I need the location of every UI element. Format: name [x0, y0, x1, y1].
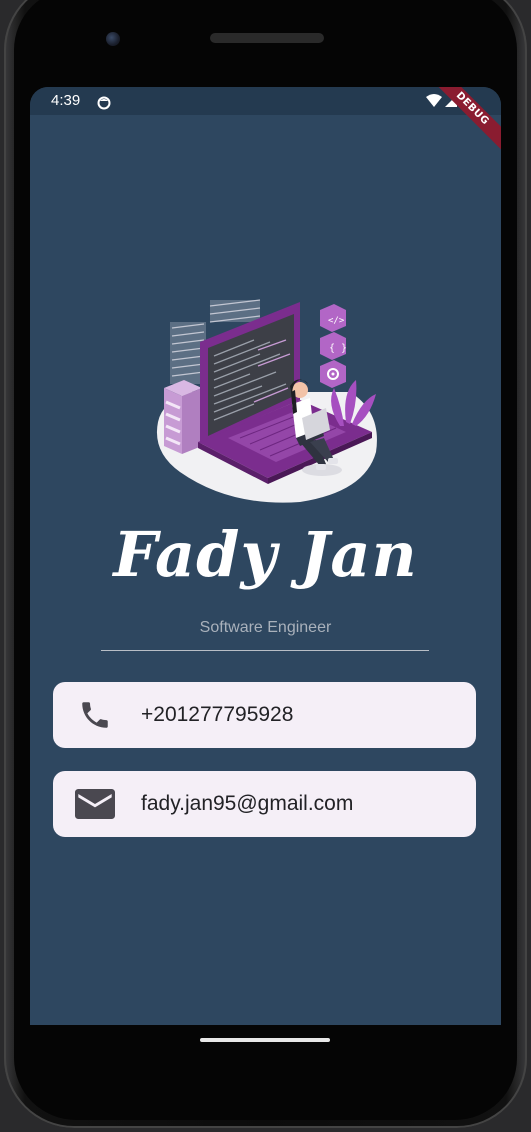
phone-number: +201277795928: [141, 703, 294, 726]
notification-icon: [97, 95, 113, 114]
front-camera: [106, 32, 120, 46]
email-card[interactable]: fady.jan95@gmail.com: [53, 771, 476, 837]
wifi-icon: [426, 94, 442, 107]
divider: [101, 650, 429, 651]
app-screen: 4:39 DEBUG </> {} Fady Jan Software Eng…: [30, 87, 501, 1025]
status-time: 4:39: [51, 92, 81, 109]
earpiece-speaker: [210, 33, 324, 43]
phone-icon: [75, 698, 115, 732]
email-icon: [75, 787, 115, 821]
status-bar: 4:39 DEBUG: [30, 87, 501, 154]
svg-text:{ }: { }: [329, 343, 347, 354]
profile-title: Software Engineer: [199, 619, 332, 636]
gesture-navigation-bar[interactable]: [200, 1038, 330, 1042]
profile-name: Fady Jan: [113, 518, 418, 591]
phone-card[interactable]: +201277795928: [53, 682, 476, 748]
developer-illustration: </> { }: [150, 292, 382, 507]
device-frame: 4:39 DEBUG </> {} Fady Jan Software Eng…: [0, 0, 531, 1132]
svg-text:</>: </>: [328, 316, 345, 326]
email-address: fady.jan95@gmail.com: [141, 792, 354, 815]
